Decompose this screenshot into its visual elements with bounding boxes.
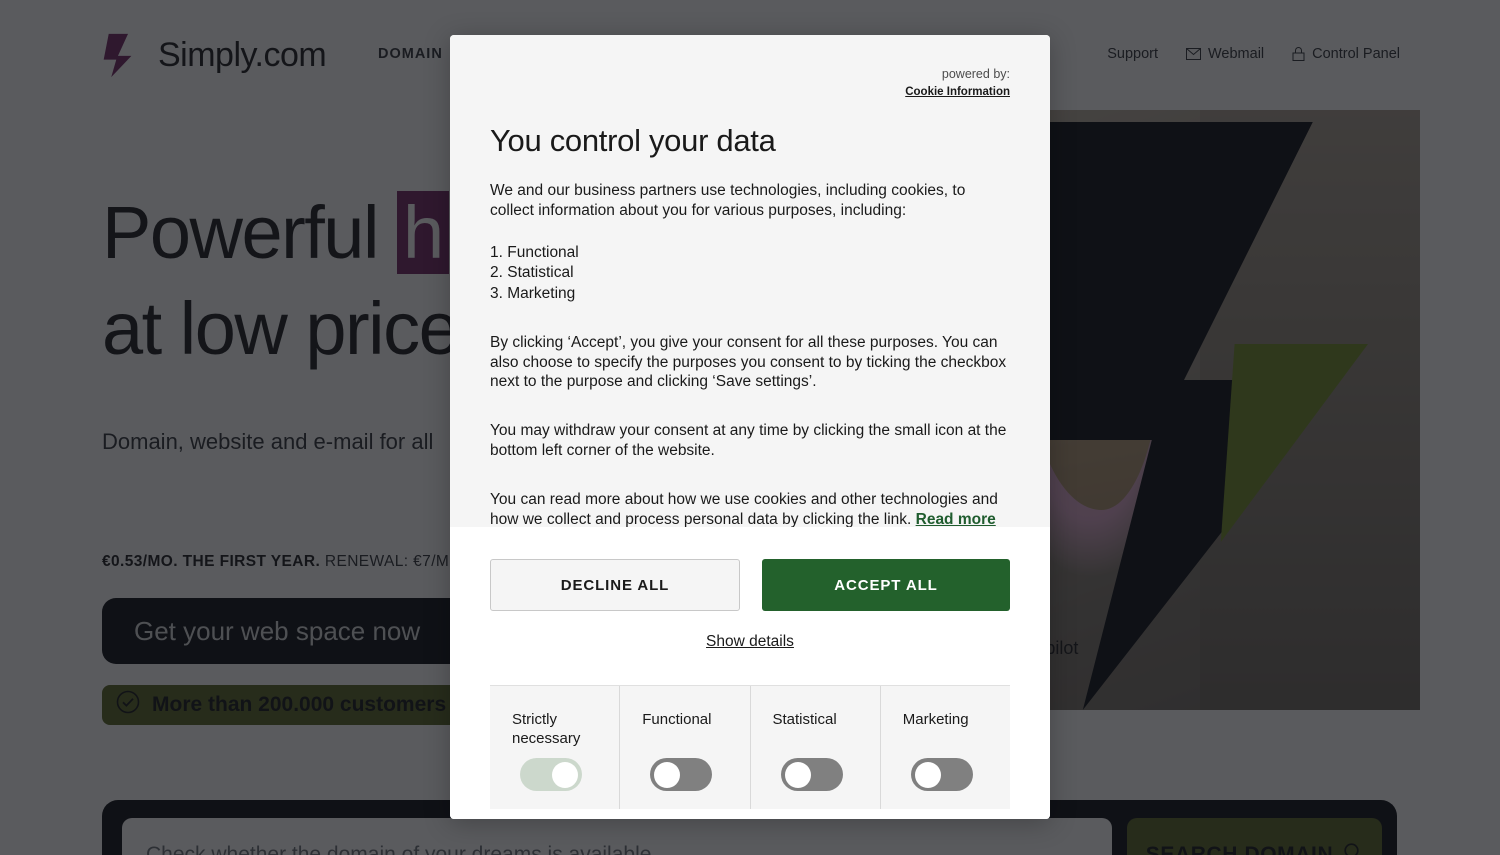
cookie-category-toggles: Strictly necessary Functional Statistica… [490, 685, 1010, 809]
cookie-button-row: DECLINE ALL ACCEPT ALL [490, 559, 1010, 611]
category-statistical: Statistical [751, 686, 881, 809]
toggle-knob [784, 761, 811, 788]
category-functional: Functional [620, 686, 751, 809]
category-label: Statistical [772, 711, 837, 728]
toggle-strictly-necessary [520, 758, 582, 791]
category-marketing: Marketing [881, 686, 1010, 809]
accept-all-button[interactable]: ACCEPT ALL [762, 559, 1010, 611]
toggle-statistical[interactable] [780, 758, 843, 791]
toggle-marketing[interactable] [910, 758, 973, 791]
toggle-knob [552, 761, 578, 788]
cookie-dialog-content[interactable]: powered by: Cookie Information You contr… [450, 35, 1050, 527]
cookie-read-more-paragraph: You can read more about how we use cooki… [490, 490, 1010, 527]
purpose-item: 1. Functional [490, 243, 579, 261]
cookie-purpose-list: 1. Functional 2. Statistical 3. Marketin… [490, 243, 1010, 304]
toggle-knob [654, 761, 681, 788]
cookie-information-link[interactable]: Cookie Information [905, 85, 1010, 99]
powered-by-label: powered by: [941, 67, 1010, 81]
cookie-consent-dialog: powered by: Cookie Information You contr… [450, 35, 1050, 819]
toggle-functional[interactable] [650, 758, 713, 791]
category-label: Functional [642, 711, 712, 728]
screen: Simply.com DOMAIN Support Webmail C [0, 0, 1500, 855]
decline-all-button[interactable]: DECLINE ALL [490, 559, 740, 611]
category-strictly-necessary: Strictly necessary [490, 686, 621, 809]
cookie-dialog-title: You control your data [490, 123, 776, 159]
show-details-link[interactable]: Show details [490, 633, 1010, 651]
cookie-intro-text: We and our business partners use technol… [490, 182, 966, 220]
cookie-dialog-actions: DECLINE ALL ACCEPT ALL Show details Stri… [450, 527, 1050, 819]
category-label: Marketing [902, 711, 969, 728]
purpose-item: 2. Statistical [490, 264, 574, 282]
cookie-withdraw-paragraph: You may withdraw your consent at any tim… [490, 422, 1007, 460]
purpose-item: 3. Marketing [490, 284, 576, 302]
toggle-knob [914, 761, 941, 788]
cookie-consent-paragraph: By clicking ‘Accept’, you give your cons… [490, 333, 1007, 391]
powered-by: powered by: Cookie Information [490, 67, 1010, 99]
category-label: Strictly necessary [512, 711, 581, 748]
